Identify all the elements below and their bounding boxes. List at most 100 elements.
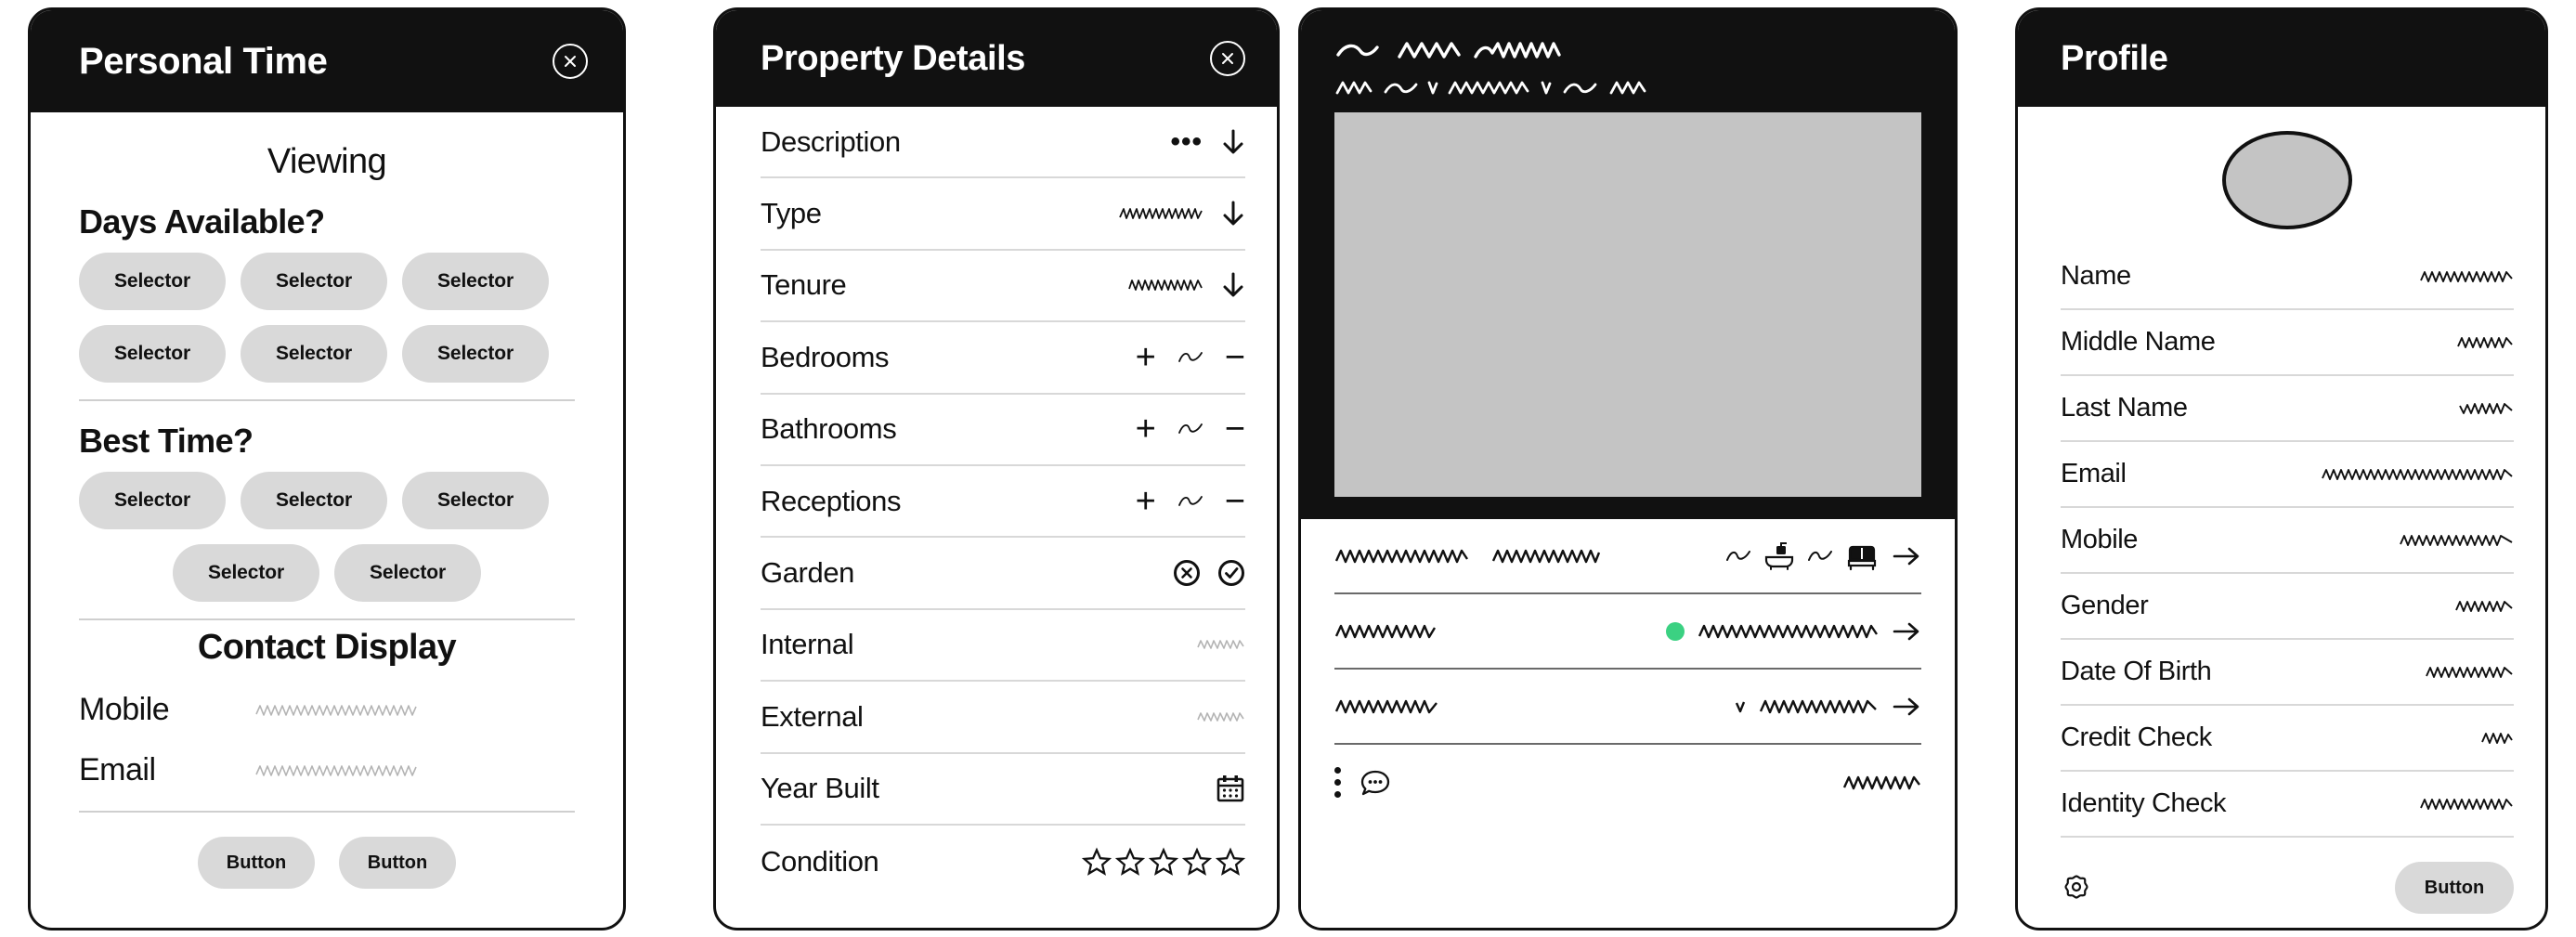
value-scribble [2419,268,2514,285]
arrow-right-icon[interactable] [1892,696,1921,718]
arrow-down-icon[interactable] [1221,271,1245,299]
selector-pill[interactable]: Selector [79,472,226,529]
yes-no-control [1173,559,1245,587]
value-scribble [2399,532,2514,549]
listing-row-summary[interactable] [1334,519,1921,594]
detail-row-garden[interactable]: Garden [761,538,1245,610]
selector-pill[interactable]: Selector [173,544,319,602]
detail-row-year-built[interactable]: Year Built [761,754,1245,826]
profile-action-button[interactable]: Button [2395,862,2514,914]
listing-details-list [1301,519,1955,928]
cross-circle-icon[interactable] [1173,559,1201,587]
rating-stars [1082,847,1245,877]
detail-row-bathrooms[interactable]: Bathrooms + − [761,395,1245,466]
listing-row-extra[interactable] [1334,670,1921,745]
gear-icon[interactable] [2061,872,2092,904]
profile-footer: Button [2061,838,2514,914]
selector-pill[interactable]: Selector [241,253,387,310]
ellipsis-icon[interactable]: ••• [1170,127,1203,155]
detail-row-condition[interactable]: Condition [761,826,1245,897]
detail-row-internal[interactable]: Internal [761,610,1245,683]
decrement-button[interactable]: − [1225,411,1245,447]
address-scribble [1334,547,1469,566]
selector-pill[interactable]: Selector [241,472,387,529]
arrow-right-icon[interactable] [1892,620,1921,643]
star-icon[interactable] [1182,847,1212,877]
avatar[interactable] [2222,131,2352,229]
increment-button[interactable]: + [1136,340,1156,375]
best-time-selectors-row-1: Selector Selector Selector [79,472,575,529]
star-icon[interactable] [1115,847,1145,877]
arrow-down-icon[interactable] [1221,128,1245,156]
selector-pill[interactable]: Selector [402,472,549,529]
listing-row-actions[interactable] [1334,745,1921,820]
profile-row-identity-check[interactable]: Identity Check [2061,772,2514,838]
days-available-selectors: Selector Selector Selector Selector Sele… [79,253,575,383]
stepper-control: + − [1136,484,1245,519]
kebab-menu-icon[interactable] [1334,767,1341,798]
detail-row-external[interactable]: External [761,682,1245,754]
selector-pill[interactable]: Selector [241,325,387,383]
listing-actions-right [1842,774,1921,792]
detail-control [1197,710,1245,723]
selector-pill[interactable]: Selector [79,325,226,383]
contact-value-scribble[interactable] [255,702,575,719]
primary-button[interactable]: Button [198,837,315,889]
selector-pill[interactable]: Selector [334,544,481,602]
profile-row-mobile[interactable]: Mobile [2061,508,2514,574]
profile-header: Profile [2018,10,2545,107]
close-circle-icon[interactable] [1210,41,1245,76]
decrement-button[interactable]: − [1225,484,1245,519]
detail-label: Type [761,197,822,230]
decrement-button[interactable]: − [1225,340,1245,375]
selector-pill[interactable]: Selector [79,253,226,310]
profile-row-credit-check[interactable]: Credit Check [2061,706,2514,772]
increment-button[interactable]: + [1136,411,1156,447]
detail-row-description[interactable]: Description ••• [761,107,1245,179]
contact-label: Email [79,752,156,787]
stepper-control: + − [1136,340,1245,375]
avatar-container [2061,107,2514,244]
secondary-button[interactable]: Button [339,837,456,889]
profile-label: Email [2061,459,2127,488]
profile-row-gender[interactable]: Gender [2061,574,2514,640]
selector-pill[interactable]: Selector [402,253,549,310]
value-scribble [1197,710,1245,723]
profile-row-date-of-birth[interactable]: Date Of Birth [2061,640,2514,706]
star-icon[interactable] [1216,847,1245,877]
detail-row-receptions[interactable]: Receptions + − [761,466,1245,539]
status-dot [1666,621,1685,641]
chat-bubble-icon[interactable] [1360,769,1391,797]
page-title: Property Details [761,38,1026,78]
detail-label: External [761,699,864,733]
detail-label: Tenure [761,268,847,302]
profile-row-name[interactable]: Name [2061,244,2514,310]
detail-row-tenure[interactable]: Tenure [761,251,1245,323]
detail-row-type[interactable]: Type [761,178,1245,251]
arrow-right-icon[interactable] [1892,545,1921,567]
label-scribble [1334,622,1437,641]
star-icon[interactable] [1082,847,1112,877]
bath-count-scribble [1726,549,1750,564]
check-circle-icon[interactable] [1217,559,1245,587]
detail-label: Year Built [761,772,879,805]
increment-button[interactable]: + [1136,484,1156,519]
profile-row-middle-name[interactable]: Middle Name [2061,310,2514,376]
arrow-down-icon[interactable] [1221,200,1245,228]
status-scribble [1698,622,1879,641]
value-scribble [1177,494,1203,509]
value-scribble [1177,350,1203,365]
detail-control [1128,271,1245,299]
profile-row-last-name[interactable]: Last Name [2061,376,2514,442]
contact-value-scribble[interactable] [255,762,575,779]
detail-label: Garden [761,556,854,590]
profile-row-email[interactable]: Email [2061,442,2514,508]
listing-row-status[interactable] [1334,594,1921,670]
detail-label: Internal [761,628,854,661]
star-icon[interactable] [1149,847,1178,877]
selector-pill[interactable]: Selector [402,325,549,383]
close-circle-icon[interactable] [553,44,588,79]
profile-label: Name [2061,261,2131,291]
calendar-icon[interactable] [1216,774,1245,803]
detail-row-bedrooms[interactable]: Bedrooms + − [761,322,1245,395]
